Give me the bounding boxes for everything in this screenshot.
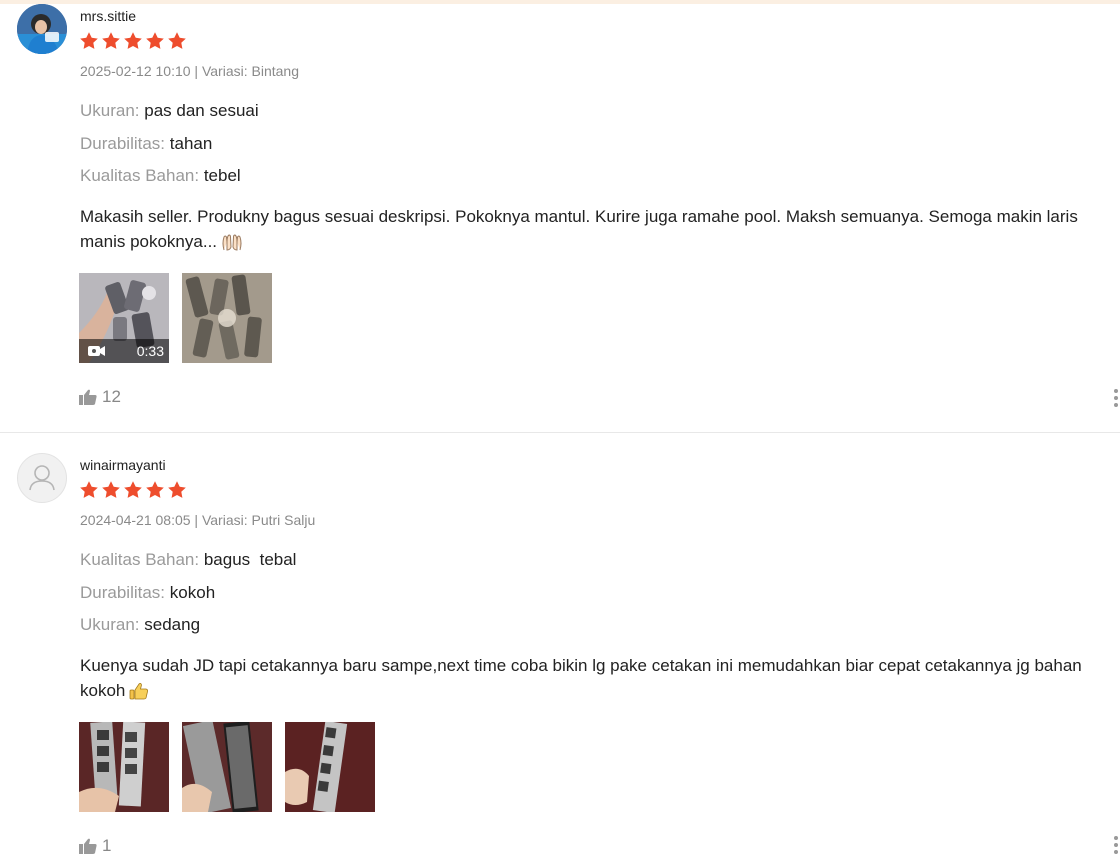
like-button[interactable]: 12 [79, 387, 121, 407]
rating-stars [79, 31, 187, 51]
star-icon [80, 481, 98, 498]
attribute-label: Ukuran: [80, 101, 140, 120]
comment-text: Kuenya sudah JD tapi cetakannya baru sam… [80, 656, 1082, 700]
attribute-label: Kualitas Bahan: [80, 166, 200, 185]
attribute-value: bagus tebal [203, 550, 297, 569]
review-variation: Variasi: Putri Salju [201, 512, 316, 528]
star-icon [168, 32, 186, 49]
like-count: 1 [102, 836, 112, 855]
review-media: 0:33 [79, 273, 272, 363]
review-image-thumbnail[interactable] [182, 273, 272, 363]
attribute-value: sedang [144, 615, 201, 634]
avatar[interactable] [17, 453, 67, 503]
thumbs-up-icon [79, 838, 97, 854]
review-item: mrs.sittie 2025-02-12 10:10 | Variasi: B… [0, 0, 1120, 433]
thumbs-up-icon [79, 389, 97, 405]
star-icon [146, 481, 164, 498]
more-vertical-icon [1114, 836, 1118, 840]
star-icon [124, 481, 142, 498]
review-image-thumbnail[interactable] [285, 722, 375, 812]
avatar[interactable] [17, 4, 67, 54]
attribute-row: Durabilitas: kokoh [80, 577, 296, 610]
more-options-button[interactable] [1114, 389, 1120, 407]
star-icon [168, 481, 186, 498]
review-meta: 2025-02-12 10:10 | Variasi: Bintang [80, 63, 299, 79]
raised-hands-emoji-icon [221, 233, 243, 258]
star-icon [102, 481, 120, 498]
review-date: 2024-04-21 08:05 [80, 512, 191, 528]
username: mrs.sittie [80, 8, 136, 24]
more-vertical-icon [1114, 389, 1118, 393]
attribute-value: kokoh [169, 582, 216, 602]
more-options-button[interactable] [1114, 836, 1120, 854]
attribute-row: Kualitas Bahan: bagus tebal [80, 544, 296, 577]
attribute-label: Kualitas Bahan: [80, 550, 200, 569]
star-icon [80, 32, 98, 49]
review-image-thumbnail[interactable] [79, 722, 169, 812]
review-date: 2025-02-12 10:10 [80, 63, 191, 79]
attribute-label: Durabilitas: [80, 582, 166, 602]
star-icon [146, 32, 164, 49]
review-video-thumbnail[interactable]: 0:33 [79, 273, 169, 363]
like-button[interactable]: 1 [79, 836, 111, 856]
thumbs-up-emoji-icon [129, 682, 149, 707]
review-item: winairmayanti 2024-04-21 08:05 | Variasi… [0, 433, 1120, 860]
attribute-row: Durabilitas: tahan [80, 128, 259, 161]
attribute-value: tahan [169, 133, 213, 153]
attribute-value: pas dan sesuai [144, 101, 259, 120]
review-attributes: Kualitas Bahan: bagus tebal Durabilitas:… [80, 544, 296, 642]
attribute-row: Ukuran: sedang [80, 609, 296, 642]
attribute-label: Ukuran: [80, 615, 140, 634]
attribute-row: Ukuran: pas dan sesuai [80, 95, 259, 128]
video-camera-icon [88, 345, 106, 357]
attribute-row: Kualitas Bahan: tebel [80, 160, 259, 193]
rating-stars [79, 480, 187, 500]
attribute-label: Durabilitas: [80, 133, 166, 153]
star-icon [102, 32, 120, 49]
review-attributes: Ukuran: pas dan sesuai Durabilitas: taha… [80, 95, 259, 193]
username: winairmayanti [80, 457, 166, 473]
review-meta: 2024-04-21 08:05 | Variasi: Putri Salju [80, 512, 316, 528]
star-icon [124, 32, 142, 49]
review-media [79, 722, 375, 812]
like-count: 12 [102, 387, 121, 406]
review-comment: Kuenya sudah JD tapi cetakannya baru sam… [80, 653, 1110, 707]
user-icon [29, 465, 55, 491]
review-image-thumbnail[interactable] [182, 722, 272, 812]
review-comment: Makasih seller. Produkny bagus sesuai de… [80, 204, 1110, 258]
attribute-value: tebel [203, 166, 241, 185]
review-variation: Variasi: Bintang [201, 63, 299, 79]
video-duration: 0:33 [136, 343, 164, 359]
